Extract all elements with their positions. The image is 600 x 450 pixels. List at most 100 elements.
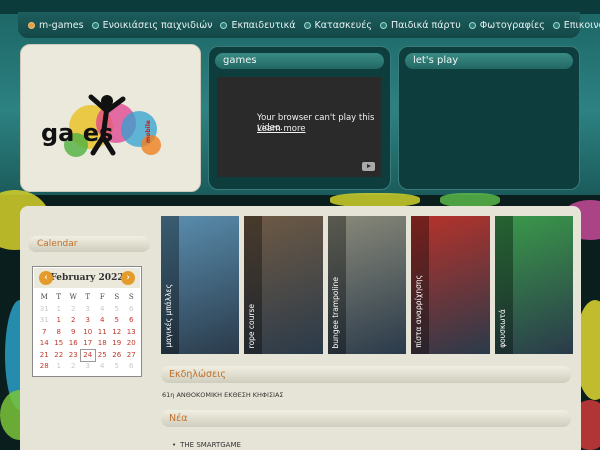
- calendar-day[interactable]: 26: [110, 350, 125, 362]
- calendar-day[interactable]: 1: [52, 315, 67, 327]
- bullet-icon: [91, 21, 99, 29]
- news-heading: Νέα: [161, 410, 571, 427]
- calendar-day[interactable]: 11: [95, 327, 110, 339]
- gallery-caption: φουσκωτά: [497, 309, 507, 348]
- calendar-day[interactable]: 18: [95, 338, 110, 350]
- calendar-day[interactable]: 16: [66, 338, 81, 350]
- main-nav: m-games Ενοικιάσεις παιχνιδιών Εκπαιδευτ…: [18, 12, 600, 38]
- calendar-today[interactable]: 24: [79, 348, 96, 362]
- bullet-icon: [552, 21, 560, 29]
- weekday-label: M: [40, 293, 48, 301]
- weekday-label: S: [128, 293, 134, 301]
- calendar-day[interactable]: 27: [124, 350, 139, 362]
- calendar-day: 2: [71, 304, 76, 313]
- calendar-day: 1: [56, 304, 61, 313]
- calendar-grid: M T W T F S S 31 1 2 3 4 5 6 31 1 2 3 4 5 6 7 8 9 10 11 12 13 14 15 16…: [37, 292, 139, 373]
- main-content: Calendar ‹ February 2022 › M T W T F S S 31 1 2 3 4…: [20, 206, 581, 450]
- nav-item-constructions[interactable]: Κατασκευές: [303, 19, 372, 31]
- calendar-day: 5: [114, 304, 119, 313]
- calendar-day[interactable]: 23: [66, 350, 81, 362]
- nav-label: Εκπαιδευτικά: [231, 19, 296, 31]
- calendar-day: 31: [39, 304, 49, 313]
- calendar-day[interactable]: 5: [110, 315, 125, 327]
- nav-item-contact[interactable]: Επικοινωνία: [552, 19, 600, 31]
- site-logo[interactable]: ga es mobile: [21, 45, 202, 193]
- next-month-button[interactable]: ›: [121, 271, 135, 285]
- calendar-day[interactable]: 6: [124, 315, 139, 327]
- events-heading: Εκδηλώσεις: [161, 366, 571, 383]
- calendar-month: February 2022: [50, 273, 124, 283]
- calendar-day[interactable]: 4: [95, 315, 110, 327]
- nav-label: m-games: [39, 19, 84, 31]
- calendar-day: 4: [100, 304, 105, 313]
- nav-label: Φωτογραφίες: [479, 19, 545, 31]
- nav-label: Επικοινωνία: [563, 19, 600, 31]
- bullet-icon: [379, 21, 387, 29]
- calendar-day[interactable]: 17: [81, 338, 96, 350]
- bullet-icon: [220, 21, 228, 29]
- youtube-icon[interactable]: [362, 162, 375, 171]
- gallery-caption: rope course: [247, 303, 257, 348]
- calendar-day: 4: [100, 362, 105, 370]
- games-panel: games Your browser can't play this video…: [208, 46, 391, 190]
- calendar-day: 3: [85, 304, 90, 313]
- gallery-caption: πίστα αναρρίχησης: [414, 275, 424, 348]
- nav-label: Κατασκευές: [314, 19, 372, 31]
- weekday-label: F: [99, 293, 105, 301]
- news-item[interactable]: THE SMARTGAME: [172, 441, 241, 449]
- bullet-icon: [468, 21, 476, 29]
- calendar-day[interactable]: 19: [110, 338, 125, 350]
- event-item[interactable]: 61η ΑΝΘΟΚΟΜΙΚΗ ΕΚΘΕΣΗ ΚΗΦΙΣΙΑΣ: [162, 391, 284, 399]
- weekday-label: T: [56, 293, 62, 301]
- bullet-icon: [303, 21, 311, 29]
- nav-item-educational[interactable]: Εκπαιδευτικά: [220, 19, 296, 31]
- gallery-photo[interactable]: μαγικές μπάλλες: [161, 216, 240, 354]
- calendar-day[interactable]: 8: [52, 327, 67, 339]
- calendar-day[interactable]: 2: [66, 315, 81, 327]
- logo-panel: ga es mobile: [20, 44, 201, 192]
- calendar-day[interactable]: 12: [110, 327, 125, 339]
- calendar-day[interactable]: 14: [37, 338, 52, 350]
- logo-text: ga es: [41, 119, 113, 147]
- gallery-photo[interactable]: πίστα αναρρίχησης: [411, 216, 490, 354]
- calendar-day[interactable]: 9: [66, 327, 81, 339]
- nav-item-kids-parties[interactable]: Παιδικά πάρτυ: [379, 19, 461, 31]
- calendar-day[interactable]: 28: [37, 361, 52, 373]
- learn-more-link[interactable]: Learn more: [257, 124, 305, 134]
- games-title: games: [215, 53, 384, 69]
- calendar-day: 6: [129, 362, 134, 370]
- nav-item-m-games[interactable]: m-games: [28, 20, 84, 31]
- calendar-day: 5: [114, 362, 119, 370]
- lets-play-panel: let's play: [398, 46, 580, 190]
- calendar-day: 2: [71, 362, 76, 370]
- calendar-day: 31: [39, 316, 49, 324]
- logo-badge: mobile: [145, 120, 152, 143]
- calendar-widget: ‹ February 2022 › M T W T F S S 31 1 2 3 4 5 6 31 1 2 3 4 5…: [32, 266, 142, 377]
- calendar-day[interactable]: 21: [37, 350, 52, 362]
- calendar-day[interactable]: 22: [52, 350, 67, 362]
- calendar-day[interactable]: 20: [124, 338, 139, 350]
- gallery-photo[interactable]: φουσκωτά: [494, 216, 574, 354]
- nav-label: Ενοικιάσεις παιχνιδιών: [102, 19, 213, 31]
- gallery-photo[interactable]: bungee trampoline: [327, 216, 407, 354]
- weekday-label: W: [69, 293, 77, 301]
- weekday-label: T: [85, 293, 91, 301]
- photo-gallery: μαγικές μπάλλες rope course bungee trampol…: [161, 216, 574, 354]
- calendar-day: 3: [85, 362, 90, 370]
- calendar-day[interactable]: 3: [81, 315, 96, 327]
- calendar-day[interactable]: 25: [95, 350, 110, 362]
- prev-month-button[interactable]: ‹: [39, 271, 53, 285]
- calendar-day: 1: [56, 362, 61, 370]
- video-player[interactable]: Your browser can't play this video. Lear…: [217, 77, 381, 177]
- gallery-caption: μαγικές μπάλλες: [164, 284, 173, 348]
- nav-label: Παιδικά πάρτυ: [390, 19, 461, 31]
- gallery-photo[interactable]: rope course: [244, 216, 323, 354]
- calendar-day[interactable]: 7: [37, 327, 52, 339]
- calendar-day[interactable]: 10: [81, 327, 96, 339]
- calendar-day[interactable]: 13: [124, 327, 139, 339]
- calendar-header: ‹ February 2022 ›: [34, 268, 140, 288]
- nav-item-rentals[interactable]: Ενοικιάσεις παιχνιδιών: [91, 19, 213, 31]
- calendar-day[interactable]: 15: [52, 338, 67, 350]
- lets-play-title: let's play: [405, 53, 573, 69]
- nav-item-photos[interactable]: Φωτογραφίες: [468, 19, 545, 31]
